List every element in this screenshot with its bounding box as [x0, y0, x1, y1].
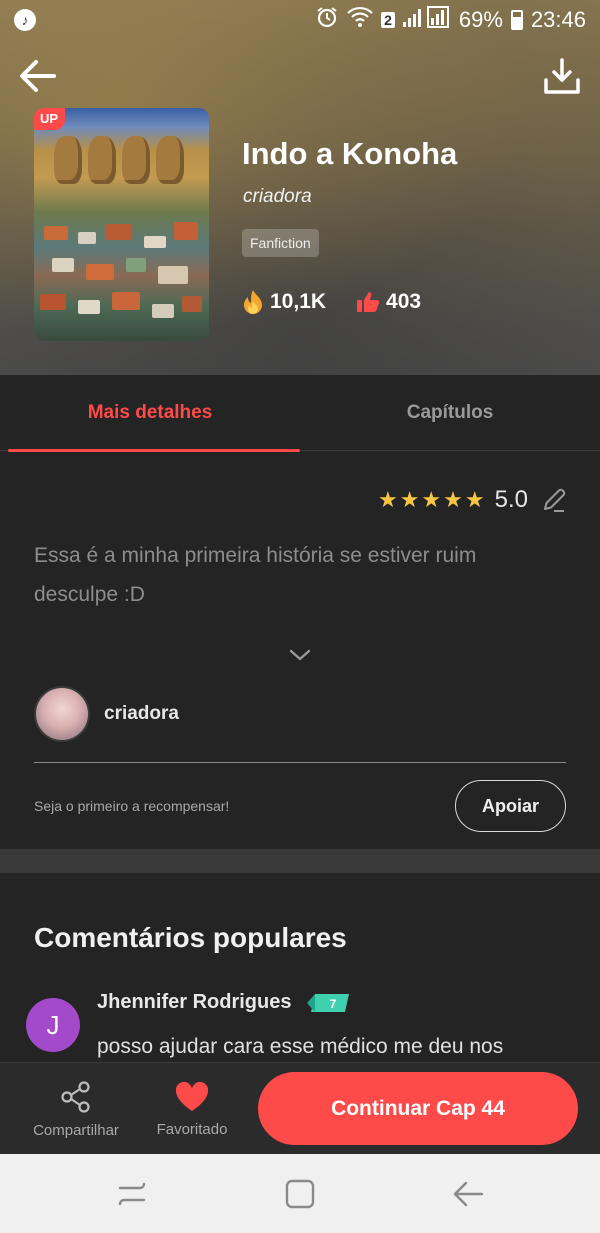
nav-back-icon[interactable]: [448, 1174, 488, 1214]
share-label: Compartilhar: [33, 1121, 119, 1139]
likes-stat: 403: [356, 290, 421, 314]
recent-apps-icon[interactable]: [112, 1174, 152, 1214]
cover-village: [34, 218, 209, 341]
fire-icon: [244, 290, 262, 314]
story-cover[interactable]: UP: [34, 108, 209, 341]
back-arrow-icon: [20, 60, 56, 92]
share-icon: [61, 1080, 90, 1113]
section-separator: [0, 849, 600, 873]
comment-avatar[interactable]: J: [26, 998, 80, 1052]
favorite-button[interactable]: Favoritado: [148, 1063, 236, 1155]
star-icon: ★: [464, 487, 485, 512]
star-icon: ★: [399, 487, 420, 512]
level-number: 7: [330, 997, 337, 1011]
rating-value: 5.0: [494, 486, 528, 513]
heart-icon: [175, 1081, 209, 1111]
star-icon: ★: [421, 487, 442, 512]
rating-stars: ★ ★ ★ ★ ★: [378, 487, 485, 513]
comments-heading: Comentários populares: [34, 922, 347, 953]
alarm-icon: [315, 5, 339, 35]
clock: 23:46: [530, 7, 586, 32]
status-bar: ♪ 2 69% 23:46: [0, 0, 600, 40]
views-stat: 10,1K: [242, 289, 326, 315]
detail-tabs: Mais detalhes Capítulos: [0, 375, 600, 452]
favorite-label: Favoritado: [156, 1120, 228, 1138]
bottom-action-bar: Compartilhar Favoritado Continuar Cap 44: [0, 1062, 600, 1154]
views-count: 10,1K: [270, 290, 327, 313]
support-button[interactable]: Apoiar: [455, 780, 566, 832]
story-title: Indo a Konoha: [242, 136, 458, 171]
download-icon: [544, 58, 580, 94]
story-stats: 10,1K 403: [242, 289, 451, 315]
star-icon: ★: [443, 487, 463, 512]
story-author[interactable]: criadora: [243, 186, 312, 208]
star-icon: ★: [377, 487, 398, 512]
wifi-icon: [347, 6, 373, 34]
genre-tag[interactable]: Fanfiction: [242, 229, 319, 257]
avatar: [34, 686, 90, 742]
creator-name: criadora: [104, 703, 179, 724]
comment-text: posso ajudar cara esse médico me deu nos: [97, 1035, 504, 1058]
home-icon[interactable]: [280, 1174, 320, 1214]
chevron-down-icon[interactable]: [288, 645, 312, 665]
update-badge: UP: [34, 108, 66, 130]
story-description: Essa é a minha primeira história se esti…: [34, 544, 477, 606]
music-icon: ♪: [14, 9, 36, 31]
system-nav-bar: [0, 1154, 600, 1233]
download-button[interactable]: [542, 54, 582, 98]
thumbs-up-icon: [357, 292, 380, 312]
continue-reading-button[interactable]: Continuar Cap 44: [258, 1072, 578, 1145]
likes-count: 403: [386, 290, 422, 313]
edit-pencil-icon[interactable]: [540, 486, 568, 514]
comment-author-name: Jhennifer Rodrigues: [97, 991, 292, 1013]
tab-capitulos[interactable]: Capítulos: [300, 375, 600, 451]
battery-icon: [510, 10, 523, 30]
story-rating: ★ ★ ★ ★ ★ 5.0: [378, 486, 568, 514]
battery-percent: 69%: [458, 7, 503, 32]
share-button[interactable]: Compartilhar: [22, 1063, 130, 1155]
reward-prompt: Seja o primeiro a recompensar!: [34, 798, 230, 814]
sim-badge: 2: [381, 12, 395, 28]
cover-hokage-faces: [54, 136, 194, 191]
story-header: ♪ 2 69% 23:46 UP Indo a Konoha criadora …: [0, 0, 600, 375]
tab-mais-detalhes[interactable]: Mais detalhes: [0, 375, 300, 452]
divider: [34, 762, 566, 763]
comment-author[interactable]: Jhennifer Rodrigues 7: [97, 991, 353, 1014]
signal-icon: [402, 6, 451, 34]
back-button[interactable]: [18, 54, 58, 98]
level-badge-icon: 7: [307, 993, 350, 1012]
creator-profile[interactable]: criadora: [34, 686, 179, 742]
